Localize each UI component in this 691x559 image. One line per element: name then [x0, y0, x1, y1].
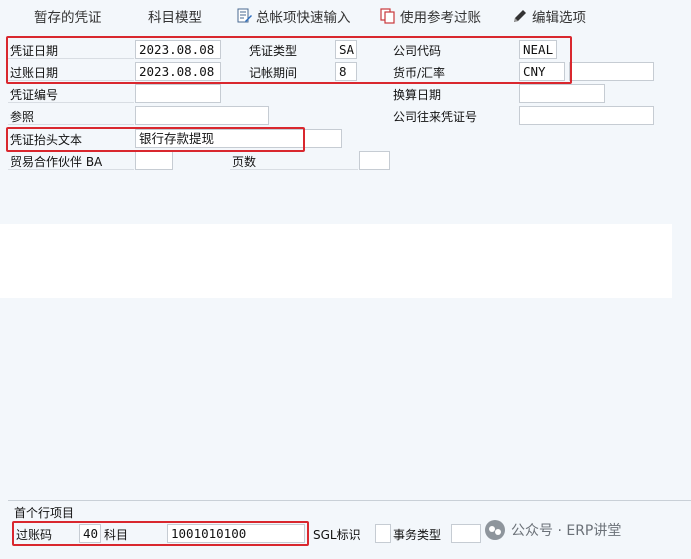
page-count-label: 页数 [232, 155, 257, 169]
period-field[interactable]: 8 [335, 62, 357, 81]
reference-label: 参照 [10, 110, 35, 124]
reference-icon [380, 8, 396, 24]
sgl-field[interactable] [375, 524, 391, 543]
posting-date-field[interactable]: 2023.08.08 [135, 62, 221, 81]
pencil-icon [512, 8, 528, 24]
divider [8, 80, 134, 81]
post-with-reference-button[interactable]: 使用参考过账 [380, 6, 481, 26]
doc-date-label: 凭证日期 [10, 44, 59, 58]
fast-entry-button[interactable]: 总帐项快速输入 [236, 6, 351, 26]
posting-date-label: 过账日期 [10, 66, 59, 80]
divider [230, 169, 358, 170]
reference-field[interactable] [135, 106, 269, 125]
period-label: 记帐期间 [249, 66, 298, 80]
posting-key-field[interactable]: 40 [79, 524, 101, 543]
doc-type-label: 凭证类型 [249, 44, 298, 58]
divider [8, 169, 134, 170]
application-toolbar: 暂存的凭证 科目模型 总帐项快速输入 使用参考过账 编辑选项 [0, 0, 691, 34]
divider [8, 58, 134, 59]
sgl-label: SGL标识 [313, 528, 361, 542]
account-model-label: 科目模型 [148, 10, 202, 26]
wechat-icon [485, 520, 505, 540]
watermark-text: 公众号 · ERP讲堂 [511, 523, 622, 539]
currency-label: 货币/汇率 [393, 66, 446, 80]
post-with-reference-label: 使用参考过账 [400, 10, 481, 26]
first-line-item-title: 首个行项目 [14, 506, 75, 520]
translation-date-label: 换算日期 [393, 88, 442, 102]
header-text-label: 凭证抬头文本 [10, 133, 83, 147]
company-code-label: 公司代码 [393, 44, 442, 58]
exchange-rate-field[interactable] [569, 62, 654, 81]
fast-entry-label: 总帐项快速输入 [256, 10, 351, 26]
cross-company-label: 公司往来凭证号 [393, 110, 478, 124]
account-model-button[interactable]: 科目模型 [148, 6, 202, 26]
editing-options-label: 编辑选项 [532, 10, 586, 26]
page-count-field[interactable] [359, 151, 390, 170]
cross-company-field[interactable] [519, 106, 654, 125]
trading-partner-field[interactable] [135, 151, 173, 170]
doc-type-field[interactable]: SA [335, 40, 357, 59]
held-document-label: 暂存的凭证 [34, 10, 102, 26]
editing-options-button[interactable]: 编辑选项 [512, 6, 586, 26]
divider [8, 102, 134, 103]
held-document-button[interactable]: 暂存的凭证 [34, 6, 102, 26]
watermark: 公众号 · ERP讲堂 [485, 520, 621, 540]
doc-number-field[interactable] [135, 84, 221, 103]
trading-partner-label: 贸易合作伙伴 BA [10, 155, 103, 169]
posting-key-label: 过账码 [16, 528, 53, 542]
account-label: 科目 [104, 528, 129, 542]
currency-field[interactable]: CNY [519, 62, 565, 81]
divider [8, 124, 134, 125]
company-code-field[interactable]: NEAL [519, 40, 557, 59]
header-text-field[interactable]: 银行存款提现 [135, 129, 342, 148]
empty-panel [0, 224, 672, 298]
quick-entry-icon [236, 8, 252, 24]
doc-number-label: 凭证编号 [10, 88, 59, 102]
transaction-type-field[interactable] [451, 524, 481, 543]
translation-date-field[interactable] [519, 84, 605, 103]
account-field[interactable]: 1001010100 [167, 524, 305, 543]
transaction-type-label: 事务类型 [393, 528, 442, 542]
doc-date-field[interactable]: 2023.08.08 [135, 40, 221, 59]
